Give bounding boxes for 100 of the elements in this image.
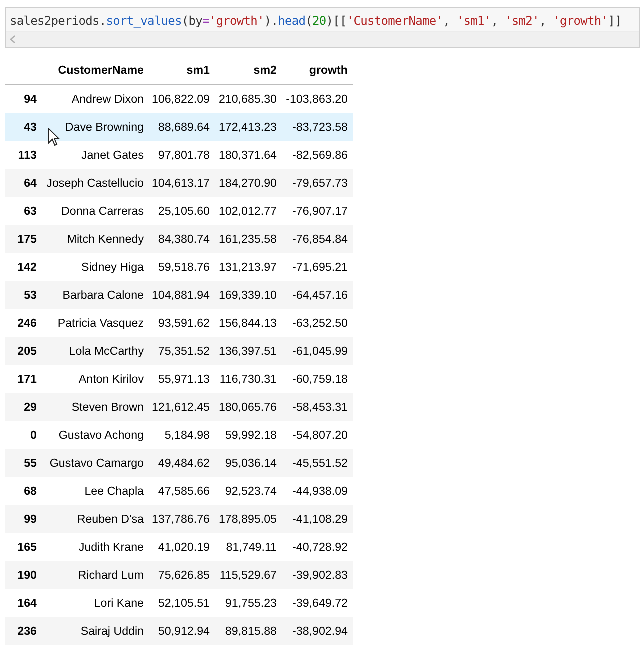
table-cell: 184,270.90 xyxy=(218,176,277,190)
table-cell: -60,759.18 xyxy=(292,372,348,386)
table-cell: Lola McCarthy xyxy=(69,344,144,358)
table-cell: 81,749.11 xyxy=(226,540,277,554)
row-index: 99 xyxy=(24,512,37,526)
table-cell: Gustavo Achong xyxy=(58,428,144,442)
table-cell: 5,184.98 xyxy=(164,428,210,442)
table-cell: Barbara Calone xyxy=(62,288,144,302)
table-cell: -54,807.20 xyxy=(292,428,348,442)
table-cell: 161,235.58 xyxy=(218,232,277,246)
table-cell: 25,105.60 xyxy=(158,204,210,218)
row-index: 94 xyxy=(24,92,37,106)
table-cell: -41,108.29 xyxy=(292,512,348,526)
table-cell: Patricia Vasquez xyxy=(58,316,144,330)
row-index: 43 xyxy=(24,120,37,134)
table-cell: Dave Browning xyxy=(65,120,144,134)
table-cell: 115,529.67 xyxy=(220,568,277,582)
table-cell: 50,912.94 xyxy=(158,624,210,638)
horizontal-scrollbar[interactable] xyxy=(6,31,639,47)
row-index: 175 xyxy=(18,232,37,246)
table-cell: 121,612.45 xyxy=(152,400,210,414)
table-cell: Donna Carreras xyxy=(62,204,144,218)
table-cell: 89,815.88 xyxy=(225,624,277,638)
table-cell: -44,938.09 xyxy=(292,484,348,498)
table-cell: 180,065.76 xyxy=(218,400,277,414)
table-cell: 97,801.78 xyxy=(158,148,210,162)
column-header: growth xyxy=(309,64,348,76)
table-cell: -63,252.50 xyxy=(292,316,348,330)
table-cell: -82,569.86 xyxy=(292,148,348,162)
table-cell: 47,585.66 xyxy=(158,484,210,498)
table-cell: -39,902.83 xyxy=(292,568,348,582)
column-header: sm2 xyxy=(254,64,277,76)
row-index: 236 xyxy=(18,624,37,638)
row-index: 171 xyxy=(18,372,37,386)
table-cell: 52,105.51 xyxy=(158,596,210,610)
table-cell: 84,380.74 xyxy=(158,232,210,246)
row-index: 113 xyxy=(18,148,37,162)
table-cell: -58,453.31 xyxy=(292,400,348,414)
table-cell: 41,020.19 xyxy=(158,540,210,554)
row-index: 68 xyxy=(24,484,37,498)
table-cell: 92,523.74 xyxy=(225,484,277,498)
table-cell: -40,728.92 xyxy=(292,540,348,554)
row-index: 165 xyxy=(18,540,37,554)
table-cell: -103,863.20 xyxy=(286,92,348,106)
table-cell: 137,786.76 xyxy=(152,512,210,526)
table-cell: 102,012.77 xyxy=(218,204,277,218)
row-index: 55 xyxy=(24,456,37,470)
table-cell: -79,657.73 xyxy=(292,176,348,190)
table-cell: Janet Gates xyxy=(81,148,144,162)
row-index: 63 xyxy=(24,204,37,218)
row-index: 29 xyxy=(24,400,37,414)
table-cell: Sidney Higa xyxy=(81,260,144,274)
row-index: 164 xyxy=(18,596,37,610)
table-cell: 136,397.51 xyxy=(218,344,277,358)
table-cell: 178,895.05 xyxy=(218,512,277,526)
table-cell: Andrew Dixon xyxy=(72,92,144,106)
table-cell: -76,907.17 xyxy=(292,204,348,218)
table-cell: Richard Lum xyxy=(78,568,144,582)
table-cell: -45,551.52 xyxy=(292,456,348,470)
row-index: 246 xyxy=(18,316,37,330)
table-cell: 106,822.09 xyxy=(152,92,210,106)
table-cell: Anton Kirilov xyxy=(78,372,144,386)
table-cell: 91,755.23 xyxy=(225,596,277,610)
table-cell: -83,723.58 xyxy=(292,120,348,134)
table-cell: 104,613.17 xyxy=(152,176,210,190)
row-index: 142 xyxy=(18,260,37,274)
table-cell: 116,730.31 xyxy=(220,372,277,386)
table-cell: 59,518.76 xyxy=(158,260,210,274)
table-cell: 49,484.62 xyxy=(158,456,210,470)
code-cell[interactable]: sales2periods.sort_values(by='growth').head(20)[['CustomerName', 'sm1', 'sm2', 'growth']] xyxy=(5,7,640,48)
table-cell: 75,626.85 xyxy=(158,568,210,582)
table-cell: 93,591.62 xyxy=(158,316,210,330)
table-cell: Sairaj Uddin xyxy=(80,624,144,638)
table-cell: -61,045.99 xyxy=(292,344,348,358)
table-cell: Steven Brown xyxy=(72,400,144,414)
table-cell: -64,457.16 xyxy=(292,288,348,302)
table-cell: 88,689.64 xyxy=(158,120,210,134)
table-cell: Joseph Castellucio xyxy=(46,176,144,190)
table-cell: Gustavo Camargo xyxy=(50,456,144,470)
table-cell: Reuben D'sa xyxy=(77,512,144,526)
table-cell: Lee Chapla xyxy=(84,484,144,498)
table-cell: 131,213.97 xyxy=(218,260,277,274)
row-index: 205 xyxy=(18,344,37,358)
table-cell: 210,685.30 xyxy=(218,92,277,106)
table-cell: Judith Krane xyxy=(78,540,144,554)
table-cell: 169,339.10 xyxy=(218,288,277,302)
table-cell: 55,971.13 xyxy=(158,372,210,386)
table-cell: 172,413.23 xyxy=(218,120,277,134)
table-cell: -39,649.72 xyxy=(292,596,348,610)
row-index: 190 xyxy=(18,568,37,582)
scroll-left-icon[interactable] xyxy=(10,35,16,44)
table-cell: -76,854.84 xyxy=(292,232,348,246)
column-header: sm1 xyxy=(186,64,210,76)
code-line: sales2periods.sort_values(by='growth').head(20)[['CustomerName', 'sm1', 'sm2', 'growth']] xyxy=(9,13,623,30)
column-header: CustomerName xyxy=(58,64,144,76)
table-cell: Mitch Kennedy xyxy=(67,232,144,246)
row-index: 64 xyxy=(24,176,37,190)
table-cell: Lori Kane xyxy=(94,596,144,610)
row-index: 0 xyxy=(30,428,37,442)
table-cell: -71,695.21 xyxy=(292,260,348,274)
